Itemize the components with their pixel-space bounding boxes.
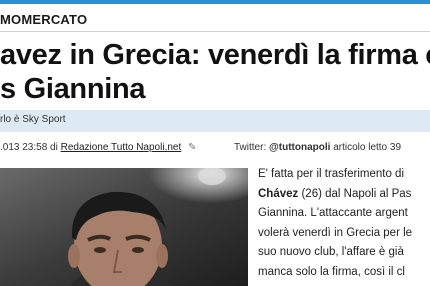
twitter-handle[interactable]: @tuttonapoli <box>269 142 330 153</box>
body-line-4: volerà venerdì in Grecia per le <box>258 226 413 239</box>
top-accent-bar <box>0 0 430 4</box>
twitter-label: Twitter: <box>234 142 267 153</box>
header-divider <box>0 31 430 32</box>
article-photo <box>0 168 248 286</box>
pencil-icon[interactable]: ✎ <box>188 142 196 153</box>
body-line-5: suo nuovo club, l'affare è già <box>258 246 404 258</box>
body-line-2: Chávez (26) dal Napoli al Pas <box>258 185 430 205</box>
view-count: articolo letto 39 <box>333 142 402 153</box>
author-link[interactable]: Redazione Tutto Napoli.net <box>61 142 182 153</box>
article-subtitle: rlo è Sky Sport <box>0 114 66 125</box>
section-label[interactable]: MOMERCATO <box>0 12 87 27</box>
body-line-3: Giannina. L'attaccante argent <box>258 207 408 219</box>
article-body: E' fatta per il trasferimento di Chávez … <box>258 165 430 282</box>
headline-line-1: avez in Grecia: venerdì la firma c <box>0 39 430 71</box>
body-line-1: E' fatta per il trasferimento di <box>258 168 405 180</box>
player-portrait-image <box>0 168 248 286</box>
twitter-and-views: Twitter: @tuttonapoli articolo letto 39 <box>234 142 401 153</box>
article-meta: .013 23:58 di Redazione Tutto Napoli.net… <box>0 142 430 158</box>
player-name: Chávez <box>258 187 299 200</box>
body-line-6: manca solo la firma, così il cl <box>258 265 405 278</box>
article-headline: avez in Grecia: venerdì la firma c s Gia… <box>0 38 430 106</box>
publish-date: .013 23:58 di <box>0 142 58 153</box>
body-line-2-rest: (26) dal Napoli al Pas <box>298 187 412 200</box>
headline-line-2: s Giannina <box>0 73 146 105</box>
